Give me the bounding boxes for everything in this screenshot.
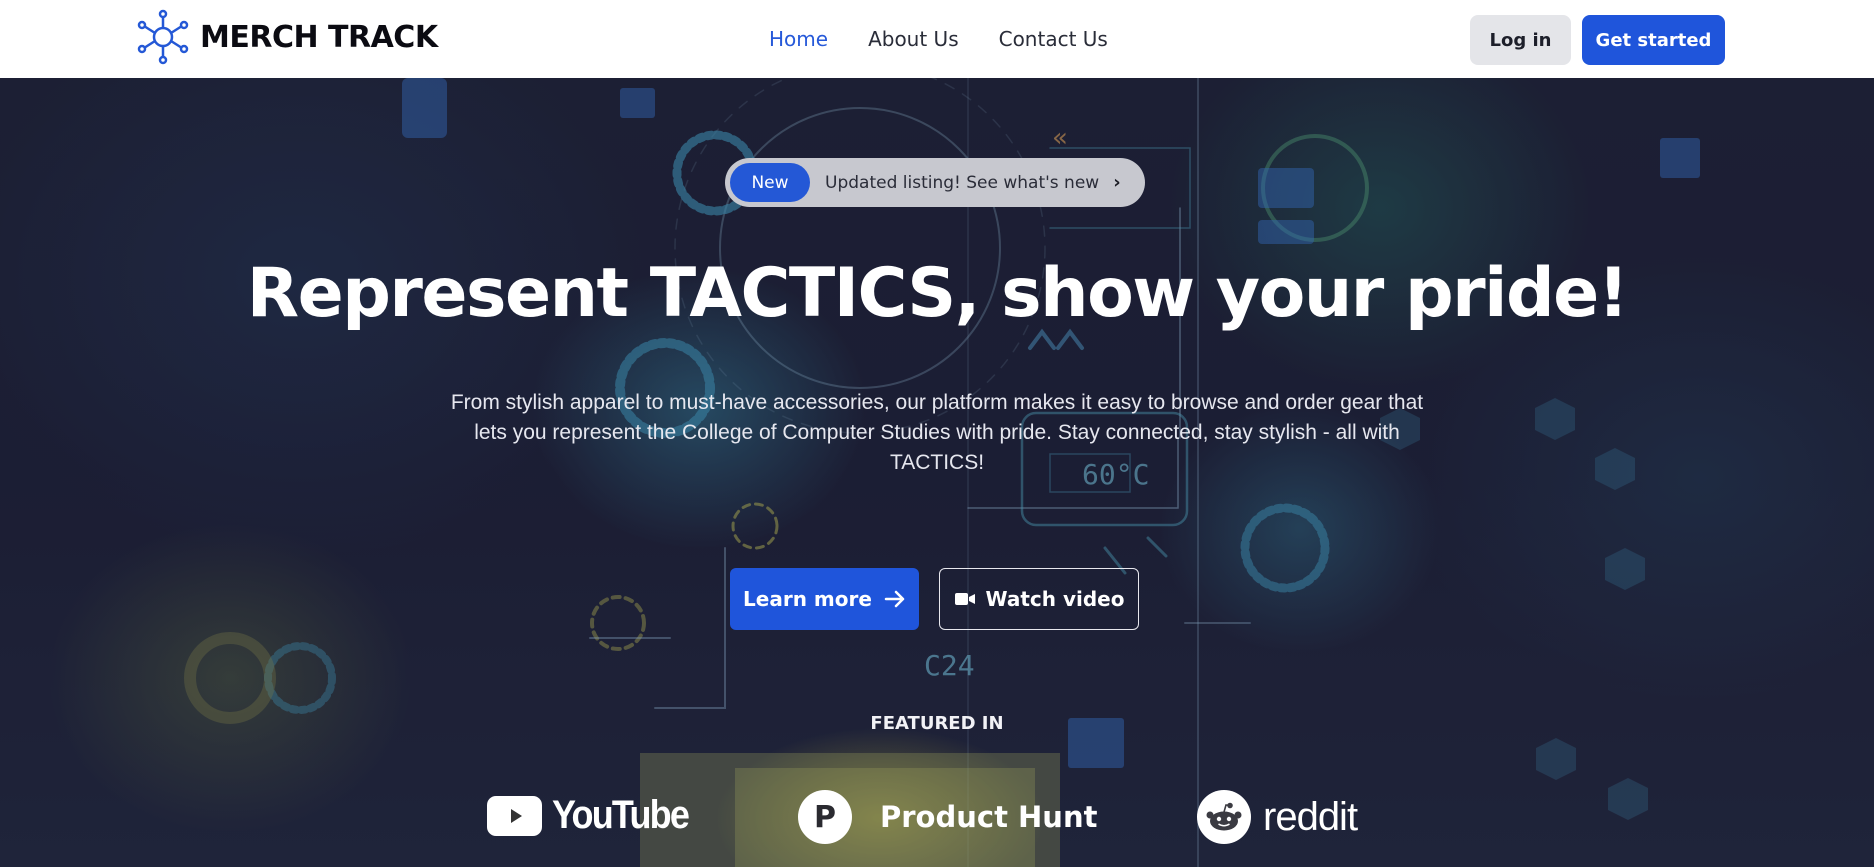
featured-reddit[interactable]: reddit <box>1197 790 1358 844</box>
learn-more-label: Learn more <box>743 587 872 611</box>
watch-video-button[interactable]: Watch video <box>939 568 1139 630</box>
chevron-right-icon: › <box>1113 172 1121 193</box>
announcement-badge[interactable]: New Updated listing! See what's new › <box>725 158 1145 207</box>
announcement-text: Updated listing! See what's new <box>825 172 1100 193</box>
youtube-icon <box>487 795 542 836</box>
nav-link-about-us[interactable]: About Us <box>868 27 959 51</box>
youtube-wordmark: YouTube <box>552 793 690 837</box>
hero-headline: Represent TACTICS, show your pride! <box>246 254 1629 333</box>
login-button[interactable]: Log in <box>1470 15 1571 65</box>
learn-more-button[interactable]: Learn more <box>730 568 919 630</box>
hero-description: From stylish apparel to must-have access… <box>450 391 1424 474</box>
reddit-wordmark: reddit <box>1263 794 1358 839</box>
product-hunt-icon: P <box>798 790 852 844</box>
featured-product-hunt[interactable]: P Product Hunt <box>798 790 1097 844</box>
top-navbar: MERCH TRACK Home About Us Contact Us Log… <box>0 0 1874 78</box>
get-started-button[interactable]: Get started <box>1582 15 1725 65</box>
new-tag: New <box>730 163 810 202</box>
featured-youtube[interactable]: YouTube <box>487 793 703 838</box>
hero-section: 60°C C24 « New Updated listing! See what… <box>0 78 1874 867</box>
brand-name: MERCH TRACK <box>200 19 438 55</box>
video-camera-icon <box>954 593 975 605</box>
main-nav: Home About Us Contact Us <box>769 0 1108 78</box>
brand-logo[interactable]: MERCH TRACK <box>136 8 438 66</box>
featured-in-heading: FEATURED IN <box>870 713 1004 734</box>
network-icon <box>137 9 189 65</box>
nav-link-home[interactable]: Home <box>769 27 828 51</box>
product-hunt-wordmark: Product Hunt <box>880 800 1098 834</box>
nav-link-contact-us[interactable]: Contact Us <box>999 27 1108 51</box>
reddit-icon <box>1197 790 1251 844</box>
watch-video-label: Watch video <box>985 587 1125 611</box>
arrow-right-icon <box>884 590 905 608</box>
